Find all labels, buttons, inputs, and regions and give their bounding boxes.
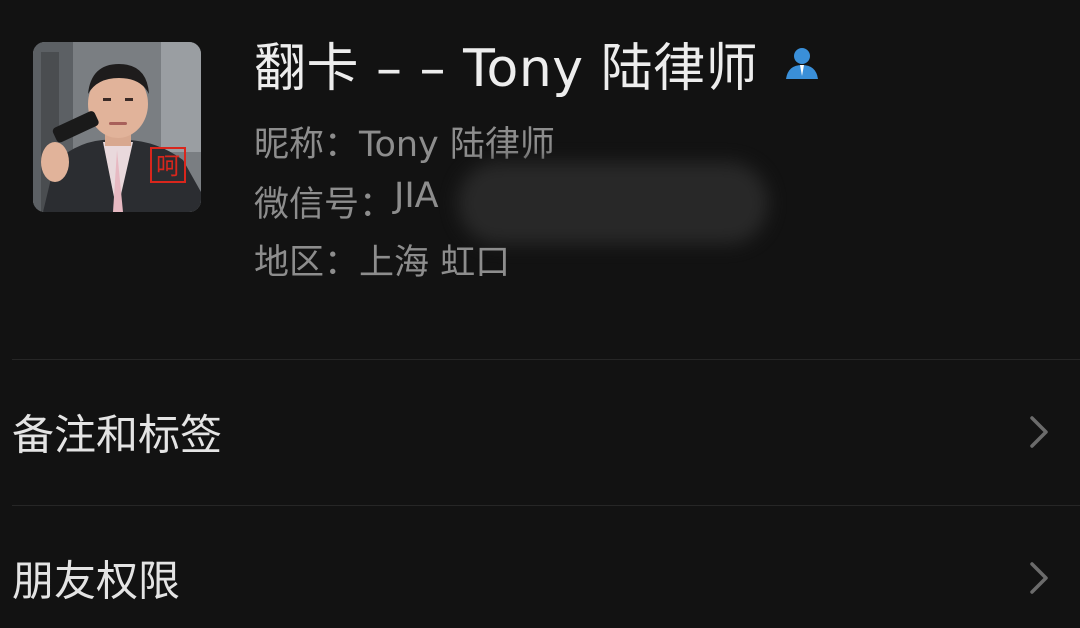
wechat-id-label: 微信号： — [254, 185, 395, 225]
avatar-photo: 呵 — [33, 42, 201, 212]
nickname-line: 昵称： Tony 陆律师 — [254, 116, 555, 167]
redaction-blur — [458, 162, 768, 244]
display-name: 翻卡 – – Tony 陆律师 — [254, 38, 759, 99]
chevron-right-icon — [1030, 562, 1048, 594]
person-badge-icon — [782, 43, 822, 83]
avatar-caption: 呵 — [156, 152, 180, 180]
menu-item-friend-permissions[interactable]: 朋友权限 — [0, 508, 1080, 628]
region-label: 地区： — [254, 243, 360, 283]
region-line: 地区： 上海 虹口 — [254, 234, 510, 285]
divider — [12, 505, 1080, 506]
divider — [12, 359, 1080, 360]
nickname-label: 昵称： — [254, 125, 360, 165]
wechat-id-line: 微信号： JIA — [254, 176, 439, 227]
contact-profile-screen: 呵 翻卡 – – Tony 陆律师 昵称： Tony 陆律师 微信号： JIA … — [0, 0, 1080, 628]
nickname-value: Tony 陆律师 — [359, 125, 555, 165]
avatar[interactable]: 呵 — [33, 42, 201, 212]
title-row: 翻卡 – – Tony 陆律师 — [254, 28, 822, 99]
region-value: 上海 虹口 — [359, 243, 511, 283]
menu-item-label: 朋友权限 — [12, 556, 181, 606]
menu-item-label: 备注和标签 — [12, 410, 223, 460]
menu-item-remarks-tags[interactable]: 备注和标签 — [0, 362, 1080, 502]
wechat-id-value[interactable]: JIA — [394, 176, 439, 227]
chevron-right-icon — [1030, 416, 1048, 448]
